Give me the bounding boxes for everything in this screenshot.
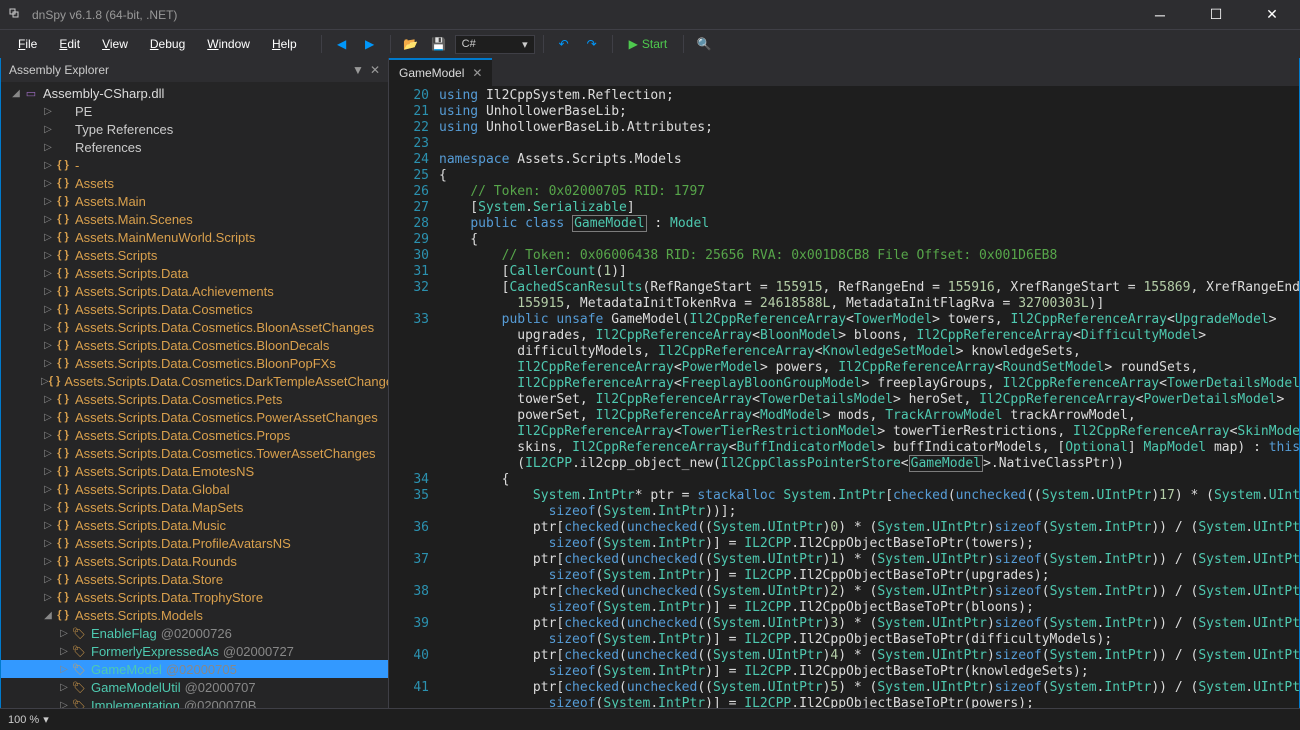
tab-label: GameModel	[399, 66, 464, 80]
undo-icon[interactable]: ↶	[552, 32, 576, 56]
editor-panel: GameModel ✕ 2021222324252627282930313233…	[389, 58, 1299, 729]
menu-view[interactable]: View	[92, 33, 138, 55]
tree-item[interactable]: ▷{ }Assets.Scripts	[1, 246, 388, 264]
tree-item[interactable]: ▷{ }Assets.Scripts.Data.Rounds	[1, 552, 388, 570]
panel-title: Assembly Explorer	[9, 63, 109, 77]
tree-item[interactable]: ▷{ }Assets.Scripts.Data.Cosmetics.BloonD…	[1, 336, 388, 354]
tab-close-icon[interactable]: ✕	[472, 66, 482, 80]
menu-window[interactable]: Window	[197, 33, 260, 55]
close-button[interactable]: ✕	[1252, 1, 1292, 29]
code-content[interactable]: using Il2CppSystem.Reflection;using Unho…	[439, 86, 1299, 729]
menubar: File Edit View Debug Window Help ◀ ▶ 📂 💾…	[0, 30, 1300, 58]
tree-item[interactable]: ▷{ }Assets.Main.Scenes	[1, 210, 388, 228]
tree-item[interactable]: ▷References	[1, 138, 388, 156]
window-title: dnSpy v6.1.8 (64-bit, .NET)	[32, 8, 177, 22]
app-icon	[8, 7, 24, 23]
tree-item[interactable]: ▷{ }Assets.Scripts.Data.Global	[1, 480, 388, 498]
tree-root[interactable]: ◢▭Assembly-CSharp.dll	[1, 84, 388, 102]
tree-item[interactable]: ▷🏷GameModelUtil@02000707	[1, 678, 388, 696]
open-icon[interactable]: 📂	[399, 32, 423, 56]
tree-item[interactable]: ▷{ }Assets.Scripts.Data.Cosmetics.BloonA…	[1, 318, 388, 336]
tree-item[interactable]: ▷🏷GameModel@02000705	[1, 660, 388, 678]
nav-back-icon[interactable]: ◀	[330, 32, 354, 56]
redo-icon[interactable]: ↷	[580, 32, 604, 56]
tree-item[interactable]: ▷{ }Assets.Scripts.Data	[1, 264, 388, 282]
tree-item[interactable]: ▷PE	[1, 102, 388, 120]
panel-header: Assembly Explorer ▼ ✕	[1, 58, 388, 82]
tree-item[interactable]: ▷{ }Assets.Scripts.Data.Cosmetics.DarkTe…	[1, 372, 388, 390]
tree-item[interactable]: ▷{ }Assets.Scripts.Data.Cosmetics	[1, 300, 388, 318]
titlebar: dnSpy v6.1.8 (64-bit, .NET) ─ ☐ ✕	[0, 0, 1300, 30]
menu-help[interactable]: Help	[262, 33, 307, 55]
tree-item[interactable]: ▷{ }Assets.Scripts.Data.EmotesNS	[1, 462, 388, 480]
tree-item[interactable]: ▷{ }Assets.Scripts.Data.TrophyStore	[1, 588, 388, 606]
tree-item[interactable]: ▷{ }Assets.Scripts.Data.Cosmetics.Props	[1, 426, 388, 444]
tree-item[interactable]: ◢{ }Assets.Scripts.Models	[1, 606, 388, 624]
tree-item[interactable]: ▷{ }Assets.Scripts.Data.MapSets	[1, 498, 388, 516]
menu-debug[interactable]: Debug	[140, 33, 195, 55]
save-icon[interactable]: 💾	[427, 32, 451, 56]
panel-dropdown-icon[interactable]: ▼	[352, 63, 364, 77]
start-button[interactable]: ▶ Start	[621, 37, 676, 51]
line-gutter: 2021222324252627282930313233343536373839…	[389, 86, 439, 729]
panel-close-icon[interactable]: ✕	[370, 63, 380, 77]
menu-file[interactable]: File	[8, 33, 47, 55]
tab-gamemodel[interactable]: GameModel ✕	[389, 58, 492, 86]
menu-edit[interactable]: Edit	[49, 33, 90, 55]
assembly-explorer-panel: Assembly Explorer ▼ ✕ ◢▭Assembly-CSharp.…	[1, 58, 389, 729]
tree-item[interactable]: ▷{ }Assets.Scripts.Data.Cosmetics.PowerA…	[1, 408, 388, 426]
code-editor[interactable]: 2021222324252627282930313233343536373839…	[389, 86, 1299, 729]
minimize-button[interactable]: ─	[1140, 1, 1180, 29]
assembly-tree[interactable]: ◢▭Assembly-CSharp.dll▷PE▷Type References…	[1, 82, 388, 729]
language-dropdown[interactable]: C#▾	[455, 35, 535, 54]
tree-item[interactable]: ▷{ }Assets.Scripts.Data.ProfileAvatarsNS	[1, 534, 388, 552]
tree-item[interactable]: ▷🏷EnableFlag@02000726	[1, 624, 388, 642]
maximize-button[interactable]: ☐	[1196, 1, 1236, 29]
tree-item[interactable]: ▷🏷FormerlyExpressedAs@02000727	[1, 642, 388, 660]
search-icon[interactable]: 🔍	[692, 32, 716, 56]
tree-item[interactable]: ▷{ }Assets.Scripts.Data.Music	[1, 516, 388, 534]
tree-item[interactable]: ▷{ }Assets.Scripts.Data.Achievements	[1, 282, 388, 300]
tree-item[interactable]: ▷{ }Assets.MainMenuWorld.Scripts	[1, 228, 388, 246]
tree-item[interactable]: ▷{ }Assets.Scripts.Data.Cosmetics.TowerA…	[1, 444, 388, 462]
tree-item[interactable]: ▷{ }Assets	[1, 174, 388, 192]
nav-forward-icon[interactable]: ▶	[358, 32, 382, 56]
tree-item[interactable]: ▷Type References	[1, 120, 388, 138]
editor-tabs: GameModel ✕	[389, 58, 1299, 86]
tree-item[interactable]: ▷{ }Assets.Scripts.Data.Cosmetics.BloonP…	[1, 354, 388, 372]
tree-item[interactable]: ▷{ }Assets.Scripts.Data.Cosmetics.Pets	[1, 390, 388, 408]
statusbar: 100 % ▾	[389, 708, 1299, 729]
tree-item[interactable]: ▷{ }Assets.Main	[1, 192, 388, 210]
tree-item[interactable]: ▷{ }-	[1, 156, 388, 174]
tree-item[interactable]: ▷{ }Assets.Scripts.Data.Store	[1, 570, 388, 588]
